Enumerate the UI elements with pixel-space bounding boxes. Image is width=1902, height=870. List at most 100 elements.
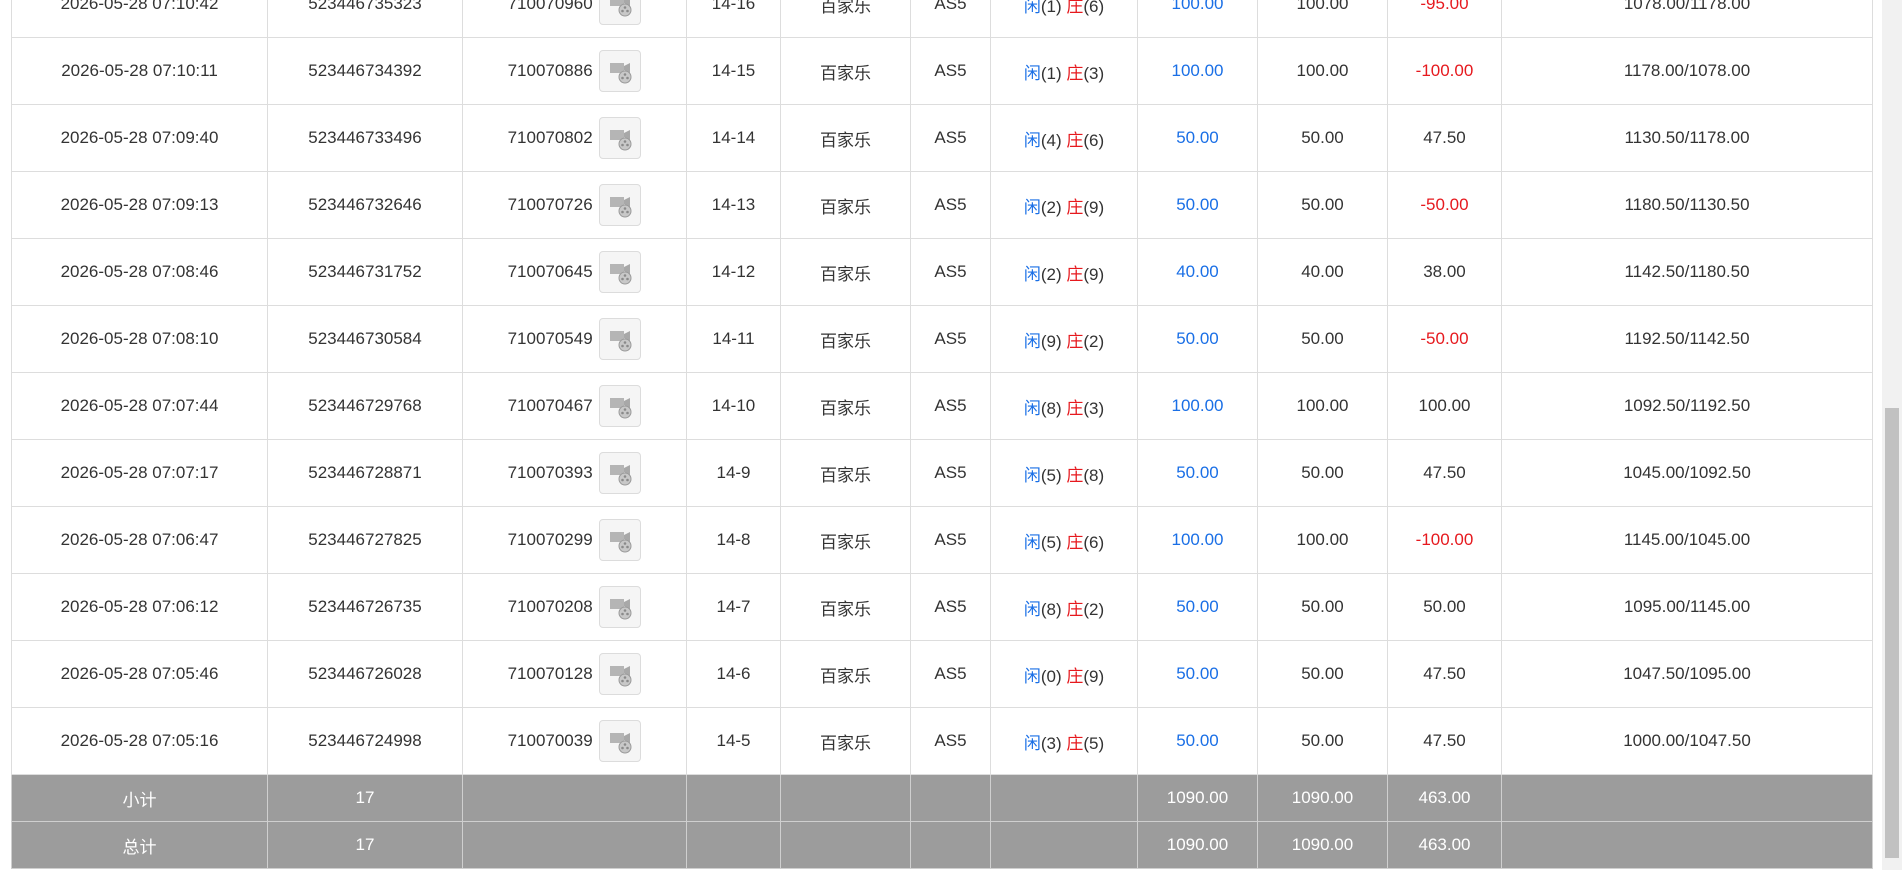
video-replay-icon[interactable]: [599, 318, 642, 360]
table-row: 2026-05-28 07:06:12 523446726735 710070208…: [11, 573, 1873, 641]
game-result: 闲(8) 庄(3): [990, 372, 1138, 440]
game-result: 闲(1) 庄(6): [990, 0, 1138, 38]
player-label: 闲: [1023, 264, 1041, 284]
win-loss: -50.00: [1387, 305, 1502, 373]
banker-label: 庄: [1066, 465, 1084, 485]
total-bet: 1090.00: [1137, 821, 1258, 869]
game-type: 百家乐: [780, 439, 911, 507]
bet-amount: 50.00: [1137, 305, 1258, 373]
banker-points: (3): [1083, 398, 1105, 418]
banker-label: 庄: [1066, 331, 1084, 351]
valid-bet: 100.00: [1257, 506, 1388, 574]
table-row: 2026-05-28 07:09:13 523446732646 710070726…: [11, 171, 1873, 239]
game-number-cell: 710070549: [462, 305, 687, 373]
table-code: AS5: [910, 238, 991, 306]
video-replay-icon[interactable]: [599, 385, 642, 427]
game-number: 710070886: [507, 61, 593, 80]
bet-number: 523446724998: [267, 707, 463, 775]
banker-points: (9): [1083, 264, 1105, 284]
bet-number: 523446729768: [267, 372, 463, 440]
video-replay-icon[interactable]: [599, 586, 642, 628]
game-number: 710070467: [507, 396, 593, 415]
bet-amount: 50.00: [1137, 640, 1258, 708]
banker-points: (2): [1083, 599, 1105, 619]
game-result: 闲(5) 庄(6): [990, 506, 1138, 574]
bet-time: 2026-05-28 07:07:44: [11, 372, 268, 440]
game-type: 百家乐: [780, 37, 911, 105]
bet-time: 2026-05-28 07:05:16: [11, 707, 268, 775]
valid-bet: 100.00: [1257, 372, 1388, 440]
table-row: 2026-05-28 07:07:44 523446729768 710070467…: [11, 372, 1873, 440]
game-result: 闲(8) 庄(2): [990, 573, 1138, 641]
game-number-cell: 710070467: [462, 372, 687, 440]
valid-bet: 50.00: [1257, 305, 1388, 373]
table-row: 2026-05-28 07:08:10 523446730584 710070549…: [11, 305, 1873, 373]
game-number: 710070039: [507, 731, 593, 750]
table-code: AS5: [910, 372, 991, 440]
subtotal-valid: 1090.00: [1257, 774, 1388, 822]
bet-amount: 50.00: [1137, 104, 1258, 172]
bet-time: 2026-05-28 07:07:17: [11, 439, 268, 507]
balance-change: 1180.50/1130.50: [1501, 171, 1873, 239]
bet-number: 523446726028: [267, 640, 463, 708]
video-replay-icon[interactable]: [599, 50, 642, 92]
bet-number: 523446726735: [267, 573, 463, 641]
video-replay-icon[interactable]: [599, 184, 642, 226]
bet-amount: 100.00: [1137, 506, 1258, 574]
banker-label: 庄: [1066, 264, 1084, 284]
balance-change: 1047.50/1095.00: [1501, 640, 1873, 708]
game-number: 710070299: [507, 530, 593, 549]
game-type: 百家乐: [780, 171, 911, 239]
video-replay-icon[interactable]: [599, 251, 642, 293]
table-row: 2026-05-28 07:07:17 523446728871 710070393…: [11, 439, 1873, 507]
video-replay-icon[interactable]: [599, 720, 642, 762]
banker-label: 庄: [1066, 0, 1084, 16]
win-loss: -95.00: [1387, 0, 1502, 38]
round-number: 14-11: [686, 305, 781, 373]
video-replay-icon[interactable]: [599, 452, 642, 494]
valid-bet: 50.00: [1257, 573, 1388, 641]
game-type: 百家乐: [780, 305, 911, 373]
game-number: 710070960: [507, 0, 593, 13]
player-points: (8): [1040, 599, 1062, 619]
bet-amount: 40.00: [1137, 238, 1258, 306]
bet-time: 2026-05-28 07:05:46: [11, 640, 268, 708]
vertical-scrollbar[interactable]: [1882, 0, 1902, 870]
subtotal-bet: 1090.00: [1137, 774, 1258, 822]
game-number-cell: 710070393: [462, 439, 687, 507]
win-loss: -100.00: [1387, 37, 1502, 105]
table-row: 2026-05-28 07:05:46 523446726028 710070128…: [11, 640, 1873, 708]
video-replay-icon[interactable]: [599, 519, 642, 561]
banker-points: (9): [1083, 666, 1105, 686]
bet-amount: 50.00: [1137, 573, 1258, 641]
game-type: 百家乐: [780, 0, 911, 38]
banker-points: (8): [1083, 465, 1105, 485]
banker-label: 庄: [1066, 130, 1084, 150]
player-label: 闲: [1023, 666, 1041, 686]
bet-number: 523446735323: [267, 0, 463, 38]
game-number-cell: 710070299: [462, 506, 687, 574]
player-points: (9): [1040, 331, 1062, 351]
balance-change: 1095.00/1145.00: [1501, 573, 1873, 641]
scrollbar-thumb[interactable]: [1885, 408, 1899, 858]
video-replay-icon[interactable]: [599, 117, 642, 159]
player-label: 闲: [1023, 532, 1041, 552]
bet-number: 523446731752: [267, 238, 463, 306]
game-number: 710070208: [507, 597, 593, 616]
player-label: 闲: [1023, 63, 1041, 83]
table-code: AS5: [910, 573, 991, 641]
table-code: AS5: [910, 640, 991, 708]
video-replay-icon[interactable]: [599, 0, 642, 25]
game-number: 710070393: [507, 463, 593, 482]
banker-points: (3): [1083, 63, 1105, 83]
table-row: 2026-05-28 07:08:46 523446731752 710070645…: [11, 238, 1873, 306]
game-result: 闲(3) 庄(5): [990, 707, 1138, 775]
player-label: 闲: [1023, 733, 1041, 753]
game-result: 闲(0) 庄(9): [990, 640, 1138, 708]
round-number: 14-8: [686, 506, 781, 574]
table-code: AS5: [910, 0, 991, 38]
player-points: (5): [1040, 532, 1062, 552]
video-replay-icon[interactable]: [599, 653, 642, 695]
game-result: 闲(1) 庄(3): [990, 37, 1138, 105]
table-code: AS5: [910, 305, 991, 373]
